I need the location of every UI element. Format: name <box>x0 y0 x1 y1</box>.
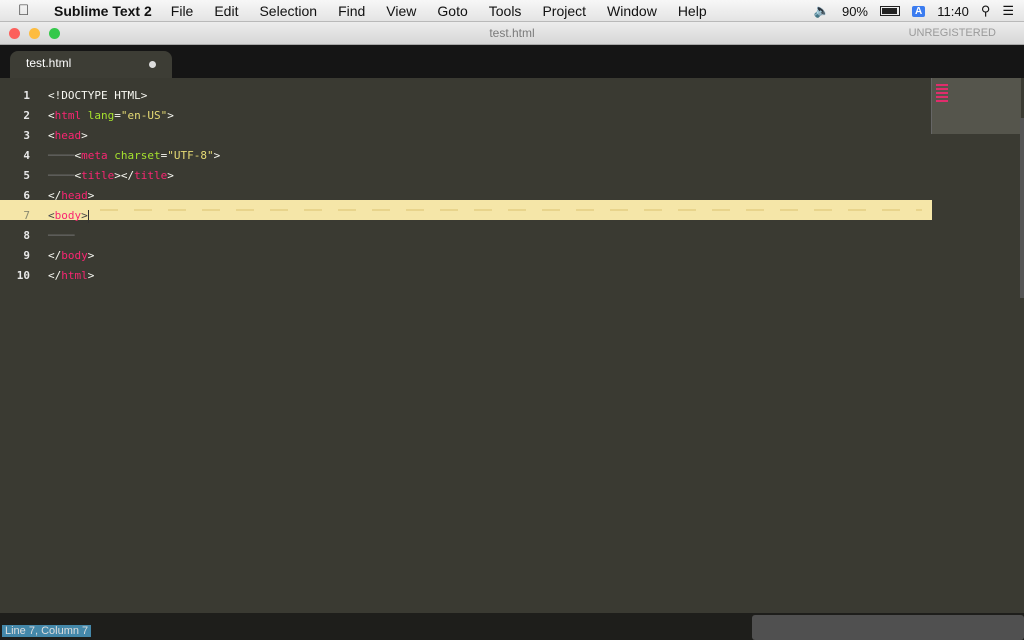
code-token: ></ <box>114 169 135 182</box>
code-token: body <box>54 209 82 222</box>
code-token: <!DOCTYPE HTML> <box>48 89 148 102</box>
code-token: > <box>87 189 95 202</box>
code-token: > <box>81 129 88 142</box>
code-line[interactable]: <body> <box>48 206 932 226</box>
code-line[interactable]: <head> <box>48 126 932 146</box>
code-line[interactable]: </body> <box>48 246 932 266</box>
status-bar-text: Line 7, Column 7 <box>2 625 92 637</box>
line-number: 10 <box>16 269 30 282</box>
code-editor[interactable]: 1 2 3 4 5 6 7 8 9 10 <!DOCTYPE HTML> <html lang="e… <box>0 78 1024 613</box>
battery-icon[interactable] <box>880 6 900 16</box>
menu-help[interactable]: Help <box>678 3 707 19</box>
window-title-bar: test.html UNREGISTERED <box>0 22 1024 45</box>
code-token: < <box>48 129 55 142</box>
menu-goto[interactable]: Goto <box>437 3 467 19</box>
clock[interactable]: 11:40 <box>937 4 969 19</box>
line-number-gutter: 1 2 3 4 5 6 7 8 9 10 <box>0 86 36 286</box>
code-line[interactable]: <!DOCTYPE HTML> <box>48 86 932 106</box>
volume-icon[interactable]: 🔈 <box>814 3 830 19</box>
code-token: </ <box>48 269 62 282</box>
tab-label: test.html <box>26 56 72 70</box>
code-line[interactable]: ────<meta charset="UTF-8"> <box>48 146 932 166</box>
code-token: < <box>48 209 55 222</box>
line-number: 3 <box>23 129 30 142</box>
menu-selection[interactable]: Selection <box>259 3 317 19</box>
battery-percent[interactable]: 90% <box>842 4 868 19</box>
code-token: ──── <box>48 169 75 182</box>
code-token: "en-US" <box>120 109 168 122</box>
code-token: > <box>87 249 95 262</box>
menu-bar:  Sublime Text 2 File Edit Selection Fin… <box>0 0 1024 22</box>
menu-find[interactable]: Find <box>338 3 365 19</box>
code-token: ──── <box>48 149 75 162</box>
unsaved-indicator-icon[interactable] <box>149 61 156 68</box>
dock[interactable] <box>752 615 1024 640</box>
code-token: > <box>81 209 88 222</box>
status-menus: 🔈 90% A 11:40 ⚲ ☰ <box>814 0 1014 22</box>
code-token: "UTF-8" <box>167 149 214 162</box>
code-token: title <box>134 169 168 182</box>
line-number: 9 <box>23 249 30 262</box>
window-title: test.html <box>489 26 535 40</box>
spotlight-search-icon[interactable]: ⚲ <box>981 3 991 19</box>
apple-icon[interactable]:  <box>18 2 38 19</box>
code-token: charset <box>114 149 161 162</box>
code-token: > <box>87 269 95 282</box>
text-cursor <box>87 209 89 223</box>
code-token: meta <box>81 149 108 162</box>
status-bar: Line 7, Column 7 <box>0 613 1024 640</box>
code-token: lang <box>87 109 115 122</box>
code-line[interactable]: ──── <box>48 226 932 246</box>
code-token: head <box>54 129 82 142</box>
code-area[interactable]: <!DOCTYPE HTML> <html lang="en-US"> <head>… <box>48 86 932 286</box>
line-number: 4 <box>23 149 30 162</box>
code-token: html <box>61 269 88 282</box>
code-token: head <box>61 189 88 202</box>
menu-tools[interactable]: Tools <box>489 3 522 19</box>
tab-bar: test.html <box>0 45 1024 78</box>
line-number: 5 <box>23 169 30 182</box>
code-line[interactable]: </head> <box>48 186 932 206</box>
line-number: 1 <box>23 89 30 102</box>
code-token: = <box>114 109 121 122</box>
menu-window[interactable]: Window <box>607 3 657 19</box>
line-number: 8 <box>23 229 30 242</box>
code-line[interactable]: <html lang="en-US"> <box>48 106 932 126</box>
app-name-menu[interactable]: Sublime Text 2 <box>54 3 152 19</box>
code-token: body <box>61 249 88 262</box>
vertical-scrollbar[interactable] <box>1020 118 1024 298</box>
line-number: 6 <box>23 189 30 202</box>
code-token: html <box>54 109 82 122</box>
input-source-icon[interactable]: A <box>912 5 926 17</box>
tab-test-html[interactable]: test.html <box>10 51 172 78</box>
line-number: 7 <box>23 209 30 222</box>
minimap[interactable] <box>931 78 1021 134</box>
code-token: < <box>48 109 55 122</box>
code-token: > <box>167 109 174 122</box>
notification-center-icon[interactable]: ☰ <box>1002 3 1014 19</box>
code-token: > <box>213 149 221 162</box>
code-token: </ <box>48 249 62 262</box>
unregistered-label: UNREGISTERED <box>908 27 996 39</box>
menu-project[interactable]: Project <box>542 3 586 19</box>
menu-view[interactable]: View <box>386 3 416 19</box>
line-number: 2 <box>23 109 30 122</box>
menu-edit[interactable]: Edit <box>214 3 238 19</box>
code-line[interactable]: </html> <box>48 266 932 286</box>
menu-file[interactable]: File <box>171 3 194 19</box>
code-token: title <box>81 169 115 182</box>
code-token: </ <box>48 189 62 202</box>
code-token: > <box>167 169 174 182</box>
code-token: ──── <box>48 229 75 242</box>
code-line[interactable]: ────<title></title> <box>48 166 932 186</box>
